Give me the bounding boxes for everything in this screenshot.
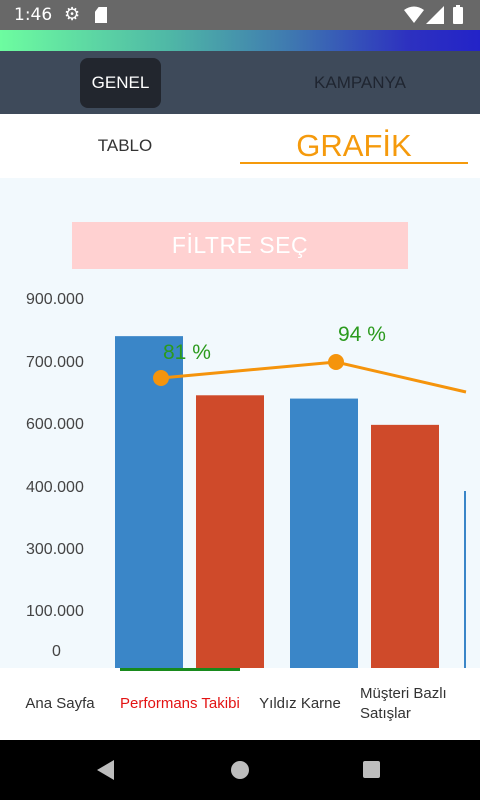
nav-customer-sales[interactable]: Müşteri Bazlı Satışlar (360, 668, 480, 740)
system-navigation-bar (0, 740, 480, 800)
bar (371, 424, 439, 668)
signal-icon (426, 6, 444, 24)
nav-home[interactable]: Ana Sayfa (0, 668, 120, 740)
back-icon[interactable] (97, 760, 114, 780)
bar-chart: 900.000 700.000 600.000 400.000 300.000 100.0… (26, 291, 467, 668)
tab-genel[interactable]: GENEL (80, 58, 161, 108)
y-tick-label: 600.000 (26, 416, 84, 433)
recents-icon[interactable] (363, 761, 380, 778)
y-tick-label: 0 (52, 643, 61, 660)
percentage-label: 81 % (163, 341, 211, 364)
bar (115, 336, 183, 668)
nav-performance[interactable]: Performans Takibi (120, 668, 240, 740)
status-bar: 1:46 ⚙ (0, 0, 480, 30)
tab-grafik[interactable]: GRAFİK (240, 128, 468, 164)
status-time: 1:46 (14, 5, 53, 25)
header-gradient (0, 30, 480, 51)
tab-tablo[interactable]: TABLO (60, 136, 190, 156)
line-point (153, 370, 169, 386)
y-tick-label: 400.000 (26, 479, 84, 496)
active-tab-indicator (240, 162, 468, 164)
bottom-navigation: Ana Sayfa Performans Takibi Yıldız Karne… (0, 668, 480, 740)
y-tick-label: 100.000 (26, 603, 84, 620)
sub-tab-bar: TABLO GRAFİK (0, 114, 480, 178)
home-icon[interactable] (231, 761, 249, 779)
nav-star-card[interactable]: Yıldız Karne (240, 668, 360, 740)
line-series (160, 360, 467, 394)
bar (196, 395, 264, 668)
battery-icon (453, 5, 463, 24)
line-point (328, 354, 344, 370)
y-tick-label: 900.000 (26, 291, 84, 308)
bar-partial (464, 491, 466, 668)
bar (290, 398, 358, 668)
y-tick-label: 300.000 (26, 541, 84, 558)
percentage-label: 94 % (338, 323, 386, 346)
sd-card-icon (95, 7, 107, 23)
y-tick-label: 700.000 (26, 354, 84, 371)
wifi-icon (404, 6, 424, 23)
top-tab-bar: GENEL KAMPANYA (0, 51, 480, 114)
tab-kampanya[interactable]: KAMPANYA (290, 58, 430, 108)
chart-area: FİLTRE SEÇ 900.000 700.000 600.000 400.000 3… (0, 178, 480, 668)
gear-icon: ⚙ (64, 4, 81, 24)
